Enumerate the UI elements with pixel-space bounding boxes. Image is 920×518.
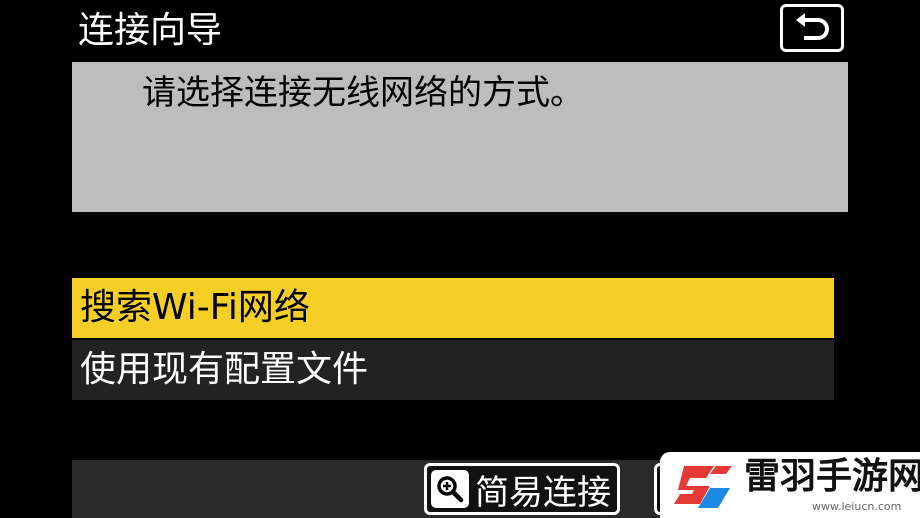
menu-item-label: 搜索Wi-Fi网络 (80, 287, 310, 328)
menu-item-use-existing-profile[interactable]: 使用现有配置文件 (72, 340, 834, 400)
instruction-text: 请选择连接无线网络的方式。 (142, 73, 584, 113)
menu-item-search-wifi[interactable]: 搜索Wi-Fi网络 (72, 278, 834, 338)
watermark-url: www.leiucn.com (812, 500, 902, 513)
camera-screen: 连接向导 请选择连接无线网络的方式。 搜索Wi-Fi网络 使用现有配置文件 简易… (0, 0, 920, 518)
watermark-name: 雷羽手游网 (744, 456, 920, 497)
connection-method-menu: 搜索Wi-Fi网络 使用现有配置文件 (72, 278, 834, 400)
back-button[interactable] (780, 4, 844, 52)
menu-item-label: 使用现有配置文件 (80, 349, 369, 390)
zoom-in-icon (431, 470, 469, 508)
site-logo-icon (674, 466, 732, 508)
message-box: 请选择连接无线网络的方式。 (72, 62, 848, 212)
watermark: 雷羽手游网 www.leiucn.com (660, 452, 920, 518)
easy-connect-button[interactable]: 简易连接 (424, 463, 620, 515)
page-title: 连接向导 (78, 10, 223, 51)
return-arrow-icon (796, 13, 829, 40)
title-bar: 连接向导 (72, 0, 848, 62)
easy-connect-label: 简易连接 (475, 472, 611, 513)
